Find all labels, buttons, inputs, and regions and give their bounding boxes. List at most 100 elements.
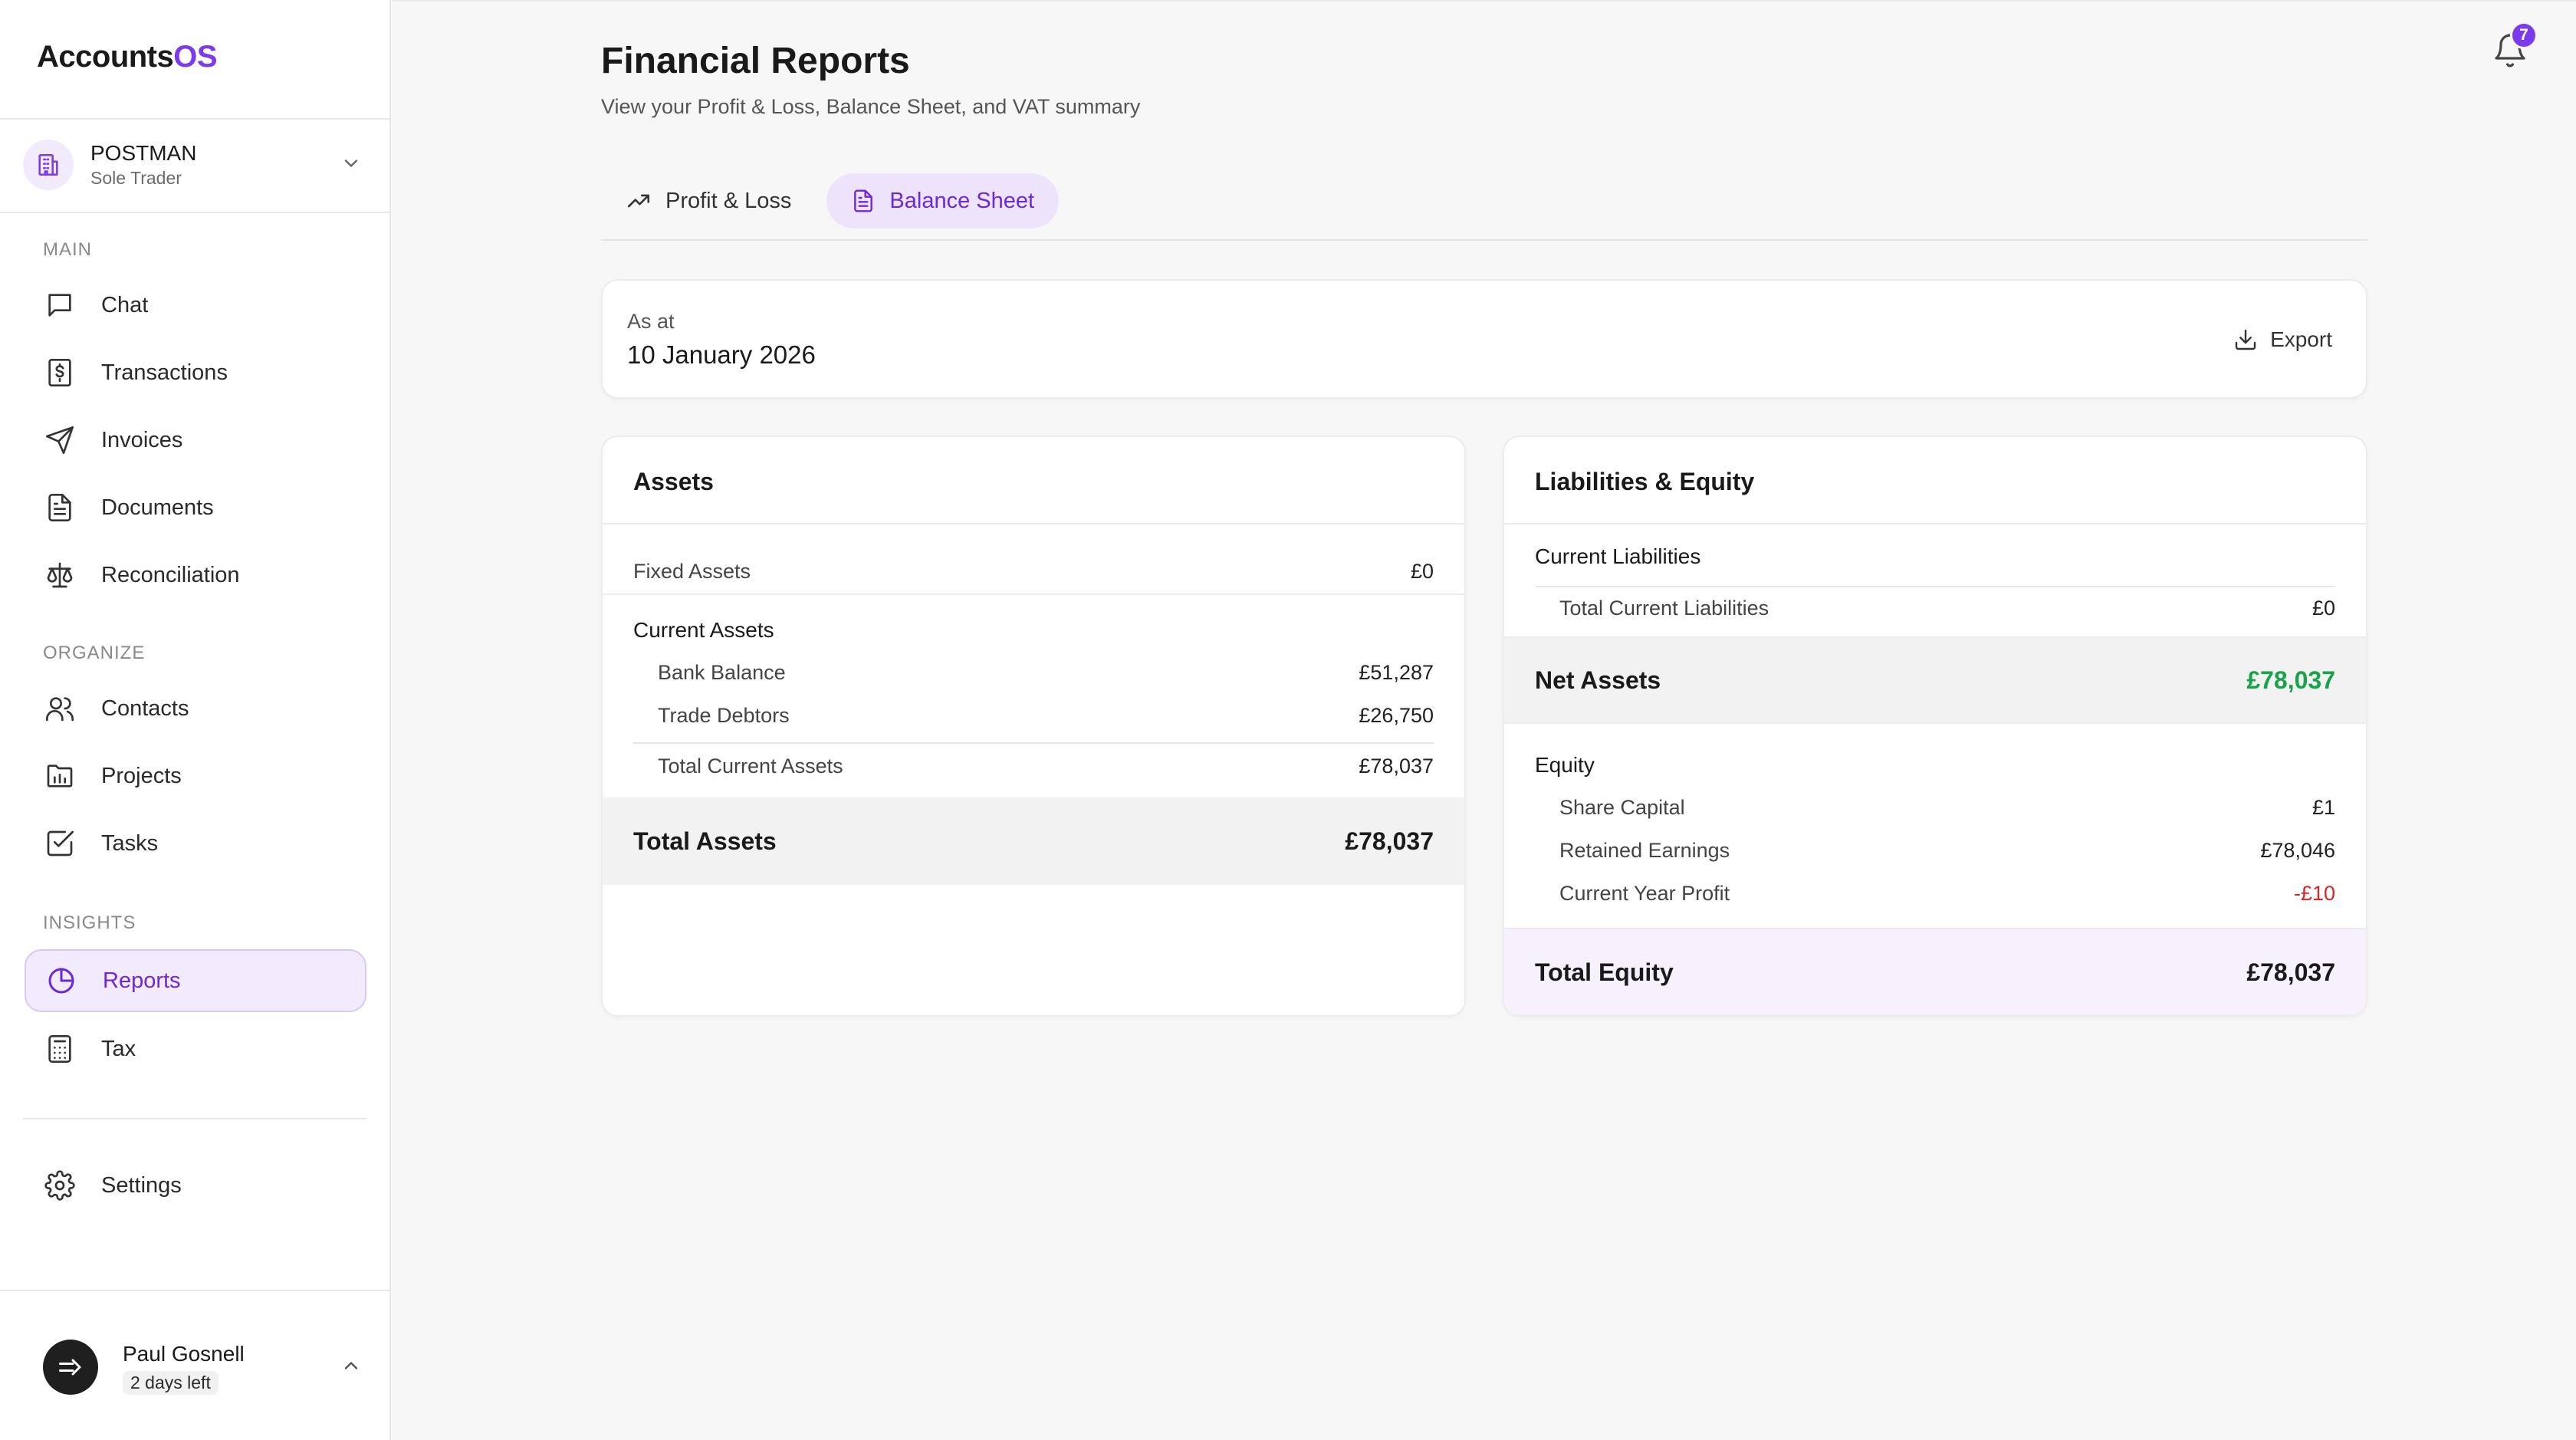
row-label: Share Capital [1559, 796, 1685, 819]
notification-count-badge: 7 [2510, 21, 2538, 49]
row-value: £0 [1410, 560, 1434, 583]
row-label: Current Year Profit [1559, 882, 1730, 905]
tab-label: Profit & Loss [665, 188, 792, 213]
tab-profit-loss[interactable]: Profit & Loss [601, 173, 816, 228]
current-assets-heading: Current Assets [633, 618, 774, 642]
sidebar-item-reports[interactable]: Reports [25, 949, 366, 1012]
row-label: Trade Debtors [658, 704, 790, 727]
liabilities-equity-card: Liabilities & Equity Current Liabilities… [1503, 436, 2367, 1017]
row-value: £78,046 [2260, 839, 2335, 862]
chat-icon [43, 288, 77, 322]
section-label-insights: INSIGHTS [43, 912, 136, 933]
scale-icon [43, 558, 77, 592]
as-at-label: As at [627, 310, 675, 333]
document-icon [851, 189, 876, 213]
org-type: Sole Trader [90, 168, 182, 188]
divider [633, 742, 1434, 744]
divider [603, 523, 1464, 524]
row-value: £0 [2312, 597, 2335, 620]
sidebar-item-label: Settings [101, 1172, 182, 1198]
row-value: £51,287 [1359, 661, 1434, 684]
gear-icon [43, 1169, 77, 1202]
total-equity-row: Total Equity £78,037 [1504, 928, 2366, 1015]
retained-earnings-row: Retained Earnings £78,046 [1559, 839, 2335, 863]
sidebar: AccountsOS POSTMAN Sole Trader MAIN Chat… [0, 0, 391, 1440]
sidebar-item-label: Contacts [101, 695, 189, 721]
file-text-icon [43, 491, 77, 524]
assets-card: Assets Fixed Assets £0 Current Assets Ba… [601, 436, 1466, 1017]
sidebar-item-label: Tasks [101, 830, 159, 856]
org-name: POSTMAN [90, 141, 197, 165]
divider [603, 593, 1464, 595]
export-label: Export [2270, 327, 2332, 351]
calculator-icon [43, 1032, 77, 1066]
row-value: £1 [2312, 796, 2335, 819]
row-value: £78,037 [2246, 666, 2335, 694]
trade-debtors-row: Trade Debtors £26,750 [658, 704, 1434, 728]
row-label: Total Assets [633, 827, 777, 855]
org-switcher[interactable]: POSTMAN Sole Trader [23, 138, 370, 192]
sidebar-item-label: Reconciliation [101, 562, 240, 587]
net-assets-row: Net Assets £78,037 [1504, 636, 2366, 724]
chevron-up-icon [340, 1355, 362, 1380]
sidebar-item-settings[interactable]: Settings [25, 1155, 366, 1216]
section-label-organize: ORGANIZE [43, 643, 146, 663]
sidebar-item-invoices[interactable]: Invoices [25, 409, 366, 471]
card-title: Assets [633, 468, 714, 495]
row-label: Total Current Assets [658, 755, 843, 778]
divider [1504, 523, 2366, 524]
report-date-card: As at 10 January 2026 Export [601, 279, 2367, 399]
row-label: Total Current Liabilities [1559, 597, 1769, 620]
divider [23, 1118, 366, 1119]
tab-balance-sheet[interactable]: Balance Sheet [826, 173, 1060, 228]
folder-chart-icon [43, 759, 77, 793]
divider [0, 118, 391, 120]
current-liabilities-heading: Current Liabilities [1535, 544, 1701, 568]
sidebar-item-tasks[interactable]: Tasks [25, 813, 366, 874]
row-label: Total Equity [1535, 958, 1674, 986]
user-name: Paul Gosnell [123, 1341, 245, 1366]
app-logo[interactable]: AccountsOS [37, 40, 218, 74]
sidebar-item-label: Chat [101, 292, 149, 317]
download-icon [2233, 327, 2258, 352]
export-button[interactable]: Export [2233, 321, 2332, 359]
report-tabs: Profit & Loss Balance Sheet [601, 173, 1060, 228]
trending-up-icon [626, 188, 652, 214]
current-year-profit-row: Current Year Profit -£10 [1559, 882, 2335, 906]
user-menu[interactable]: Paul Gosnell 2 days left [43, 1334, 365, 1400]
row-label: Bank Balance [658, 661, 786, 684]
sidebar-item-label: Reports [103, 968, 181, 993]
sidebar-item-contacts[interactable]: Contacts [25, 678, 366, 739]
sidebar-item-label: Documents [101, 495, 214, 520]
sidebar-item-projects[interactable]: Projects [25, 745, 366, 807]
row-value: -£10 [2293, 882, 2335, 905]
pie-chart-icon [44, 964, 78, 998]
page-subtitle: View your Profit & Loss, Balance Sheet, … [601, 95, 1141, 118]
users-icon [43, 692, 77, 725]
send-icon [43, 423, 77, 457]
page-title: Financial Reports [601, 41, 910, 81]
fixed-assets-row: Fixed Assets £0 [633, 560, 1434, 584]
row-value: £26,750 [1359, 704, 1434, 727]
divider [0, 1290, 391, 1291]
share-capital-row: Share Capital £1 [1559, 796, 2335, 820]
as-at-date[interactable]: 10 January 2026 [627, 340, 816, 370]
divider [0, 212, 391, 213]
total-current-assets-row: Total Current Assets £78,037 [658, 755, 1434, 778]
sidebar-item-chat[interactable]: Chat [25, 275, 366, 336]
sidebar-item-transactions[interactable]: Transactions [25, 342, 366, 403]
row-label: Net Assets [1535, 666, 1661, 694]
card-title: Liabilities & Equity [1535, 468, 1755, 495]
dollar-receipt-icon [43, 356, 77, 390]
sidebar-item-reconciliation[interactable]: Reconciliation [25, 544, 366, 606]
sidebar-item-tax[interactable]: Tax [25, 1018, 366, 1080]
checkbox-icon [43, 827, 77, 860]
tab-label: Balance Sheet [889, 188, 1035, 213]
section-label-main: MAIN [43, 239, 92, 260]
building-icon [23, 140, 74, 190]
row-value: £78,037 [2246, 958, 2335, 986]
avatar [43, 1340, 98, 1395]
row-label: Retained Earnings [1559, 839, 1730, 862]
sidebar-item-documents[interactable]: Documents [25, 477, 366, 538]
total-assets-row: Total Assets £78,037 [603, 797, 1464, 885]
